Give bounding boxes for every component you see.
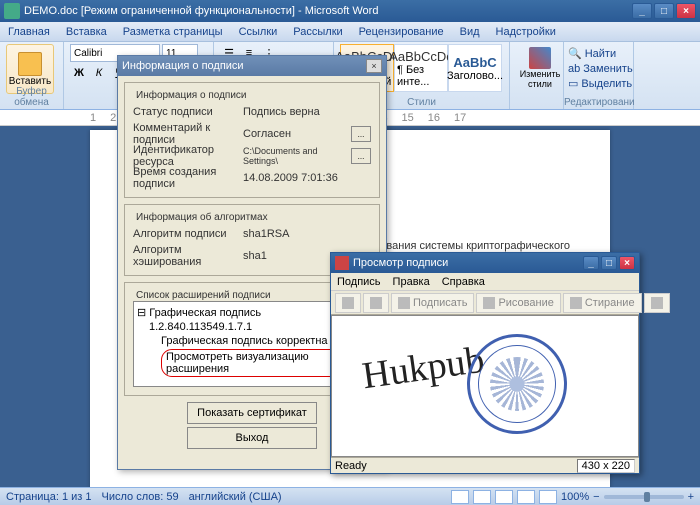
dialog2-title: Просмотр подписи <box>353 257 583 269</box>
resource-label: Идентификатор ресурса <box>133 144 243 168</box>
dialog2-statusbar: Ready 430 x 220 <box>331 457 639 473</box>
menu-edit[interactable]: Правка <box>393 276 430 288</box>
dialog2-minimize-button[interactable]: _ <box>583 256 599 270</box>
view-web-button[interactable] <box>495 490 513 504</box>
dialog2-titlebar[interactable]: Просмотр подписи _ □ × <box>331 253 639 273</box>
resource-value: C:\Documents and Settings\ <box>243 146 351 166</box>
changestyles-icon <box>529 47 551 69</box>
status-lang[interactable]: английский (США) <box>189 491 282 503</box>
time-value: 14.08.2009 7:01:36 <box>243 172 371 184</box>
tab-home[interactable]: Главная <box>8 26 50 38</box>
dialog2-maximize-button[interactable]: □ <box>601 256 617 270</box>
menu-help[interactable]: Справка <box>442 276 485 288</box>
maximize-button[interactable]: □ <box>654 3 674 19</box>
tab-view[interactable]: Вид <box>460 26 480 38</box>
sigalg-label: Алгоритм подписи <box>133 228 243 240</box>
pencil-icon <box>483 297 495 309</box>
select-icon: ▭ <box>568 77 578 90</box>
exit-button[interactable]: Выход <box>187 427 317 449</box>
status-dimensions: 430 x 220 <box>577 459 635 473</box>
tab-mailings[interactable]: Рассылки <box>293 26 342 38</box>
view-fullscreen-button[interactable] <box>473 490 491 504</box>
zoom-level[interactable]: 100% <box>561 491 589 503</box>
tab-insert[interactable]: Вставка <box>66 26 107 38</box>
clipboard-icon <box>18 52 42 76</box>
signature-viewer-dialog: Просмотр подписи _ □ × Подпись Правка Сп… <box>330 252 640 474</box>
style-heading1[interactable]: AaBbC Заголово... <box>448 44 502 92</box>
dialog2-close-button[interactable]: × <box>619 256 635 270</box>
dialog1-titlebar[interactable]: Информация о подписи × <box>118 56 386 76</box>
replace-button[interactable]: abЗаменить <box>568 61 629 76</box>
change-styles-label: Изменить стили <box>516 69 564 89</box>
folder-icon <box>342 297 354 309</box>
sigalg-value: sha1RSA <box>243 228 371 240</box>
view-draft-button[interactable] <box>539 490 557 504</box>
status-page[interactable]: Страница: 1 из 1 <box>6 491 92 503</box>
draw-button[interactable]: Рисование <box>476 293 560 313</box>
comment-label: Комментарий к подписи <box>133 122 243 146</box>
zoom-out-button[interactable]: − <box>593 491 599 503</box>
sign-button[interactable]: Подписать <box>391 293 474 313</box>
word-icon <box>4 3 20 19</box>
group-clipboard-label: Буфер обмена <box>0 86 63 108</box>
open-button[interactable] <box>335 293 361 313</box>
hashalg-label: Алгоритм хэширования <box>133 244 243 268</box>
bold-button[interactable]: Ж <box>70 64 88 82</box>
app-icon <box>335 256 349 270</box>
view-print-button[interactable] <box>451 490 469 504</box>
select-button[interactable]: ▭Выделить <box>568 76 629 91</box>
erase-button[interactable]: Стирание <box>563 293 642 313</box>
zoom-slider[interactable] <box>604 495 684 499</box>
time-label: Время создания подписи <box>133 166 243 190</box>
status-words[interactable]: Число слов: 59 <box>102 491 179 503</box>
disk-icon <box>370 297 382 309</box>
style-nospacing[interactable]: AaBbCcDc ¶ Без инте... <box>394 44 448 92</box>
group1-legend: Информация о подписи <box>133 90 250 101</box>
main-titlebar: DEMO.doc [Режим ограниченной функциональ… <box>0 0 700 22</box>
show-certificate-button[interactable]: Показать сертификат <box>187 402 317 424</box>
zoom-button[interactable] <box>644 293 670 313</box>
eraser-icon <box>570 297 582 309</box>
minimize-button[interactable]: _ <box>632 3 652 19</box>
group2-legend: Информация об алгоритмах <box>133 212 271 223</box>
group3-legend: Список расширений подписи <box>133 290 274 301</box>
status-bar: Страница: 1 из 1 Число слов: 59 английск… <box>0 487 700 505</box>
italic-button[interactable]: К <box>90 64 108 82</box>
comment-value: Согласен <box>243 128 351 140</box>
dialog1-title: Информация о подписи <box>122 60 366 72</box>
resource-browse-button[interactable]: ... <box>351 148 371 164</box>
find-button[interactable]: 🔍Найти <box>568 46 629 61</box>
stamp-seal <box>467 334 567 434</box>
tab-review[interactable]: Рецензирование <box>359 26 444 38</box>
close-button[interactable]: × <box>676 3 696 19</box>
find-icon: 🔍 <box>568 47 582 60</box>
dialog1-close-button[interactable]: × <box>366 59 382 73</box>
paste-label: Вставить <box>9 76 51 87</box>
replace-icon: ab <box>568 63 580 75</box>
save-button[interactable] <box>363 293 389 313</box>
zoom-in-button[interactable]: + <box>688 491 694 503</box>
tab-references[interactable]: Ссылки <box>239 26 278 38</box>
dialog2-menubar: Подпись Правка Справка <box>331 273 639 291</box>
signature-canvas[interactable]: Hukpub <box>331 315 639 457</box>
view-outline-button[interactable] <box>517 490 535 504</box>
menu-signature[interactable]: Подпись <box>337 276 381 288</box>
change-styles-button[interactable]: Изменить стили <box>516 44 564 92</box>
tab-addins[interactable]: Надстройки <box>496 26 556 38</box>
comment-browse-button[interactable]: ... <box>351 126 371 142</box>
ribbon-tabs: Главная Вставка Разметка страницы Ссылки… <box>0 22 700 42</box>
status-ready: Ready <box>335 460 367 472</box>
status-value: Подпись верна <box>243 106 371 118</box>
group-editing-label: Редактировани <box>564 97 633 108</box>
magnifier-icon <box>651 297 663 309</box>
window-title: DEMO.doc [Режим ограниченной функциональ… <box>24 5 632 17</box>
dialog2-toolbar: Подписать Рисование Стирание <box>331 291 639 315</box>
signature-info-group: Информация о подписи Статус подписиПодпи… <box>124 82 380 198</box>
pen-icon <box>398 297 410 309</box>
tab-pagelayout[interactable]: Разметка страницы <box>123 26 223 38</box>
status-label: Статус подписи <box>133 106 243 118</box>
